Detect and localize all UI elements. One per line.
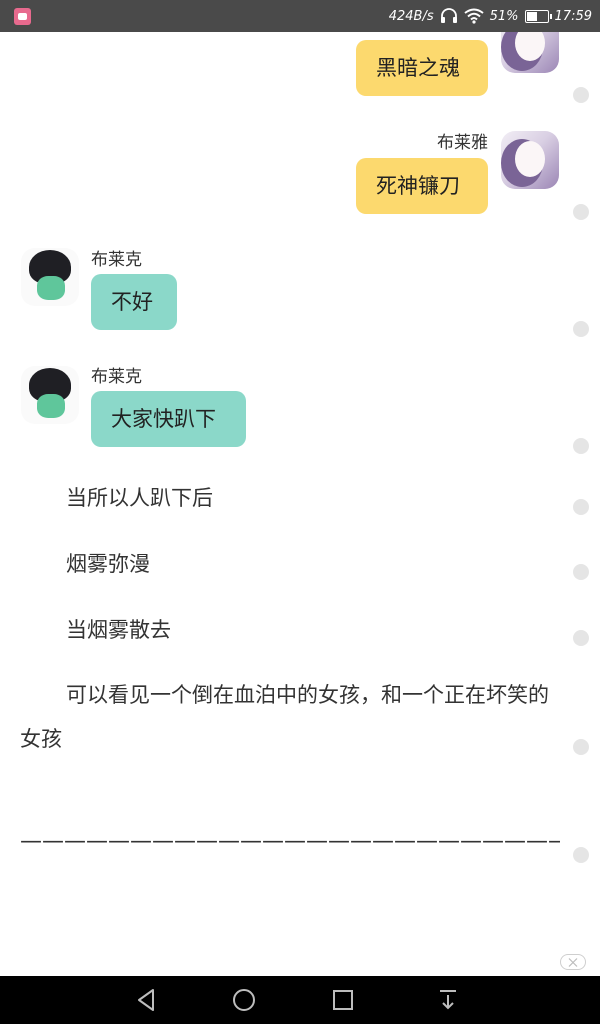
message-bubble[interactable]: 黑暗之魂 [356, 40, 488, 96]
narration-paragraph: 烟雾弥漫 [66, 552, 150, 576]
avatar-black[interactable] [21, 248, 79, 306]
story-content[interactable]: 黑暗之魂 布莱雅 死神镰刀 布莱克 不好 布莱克 大家快趴下 当所以人趴下后 烟… [0, 32, 600, 976]
paragraph-comment-dot[interactable] [573, 321, 589, 337]
headphones-icon [440, 8, 458, 24]
avatar-breya[interactable] [501, 131, 559, 189]
network-speed: 424B/s [388, 8, 434, 24]
paragraph-comment-dot[interactable] [573, 630, 589, 646]
avatar-black[interactable] [21, 366, 79, 424]
battery-percent: 51% [489, 8, 519, 24]
sender-name: 布莱克 [91, 250, 142, 270]
navigation-bar [0, 976, 600, 1024]
paragraph-comment-dot[interactable] [573, 739, 589, 755]
paragraph-comment-dot[interactable] [573, 204, 589, 220]
back-icon[interactable] [135, 988, 159, 1012]
narration-paragraph: 当所以人趴下后 [66, 486, 213, 510]
paragraph-comment-dot[interactable] [573, 87, 589, 103]
notification-pull-icon[interactable] [436, 988, 460, 1012]
paragraph-comment-dot[interactable] [573, 564, 589, 580]
avatar-breya[interactable] [501, 32, 559, 73]
paragraph-comment-dot[interactable] [573, 499, 589, 515]
narration-paragraph: 当烟雾散去 [66, 618, 171, 642]
paragraph-comment-dot[interactable] [573, 847, 589, 863]
home-icon[interactable] [232, 988, 256, 1012]
sender-name: 布莱雅 [437, 133, 488, 153]
sender-name: 布莱克 [91, 367, 142, 387]
close-icon [568, 958, 578, 967]
app-notification-icon [14, 8, 31, 25]
paragraph-comment-dot[interactable] [573, 438, 589, 454]
close-ad-button[interactable] [560, 954, 586, 970]
wifi-icon [464, 8, 484, 24]
message-bubble[interactable]: 死神镰刀 [356, 158, 488, 214]
status-bar: 424B/s 51% 17:59 [0, 0, 600, 32]
battery-icon [524, 9, 552, 23]
status-indicators: 424B/s 51% 17:59 [389, 0, 592, 32]
narration-paragraph: 可以看见一个倒在血泊中的女孩，和一个正在坏笑的女孩 [20, 683, 549, 751]
recents-icon[interactable] [331, 988, 355, 1012]
section-divider: —————————————————————————————— [20, 829, 560, 854]
clock: 17:59 [554, 8, 592, 24]
message-bubble[interactable]: 大家快趴下 [91, 391, 246, 447]
message-bubble[interactable]: 不好 [91, 274, 177, 330]
